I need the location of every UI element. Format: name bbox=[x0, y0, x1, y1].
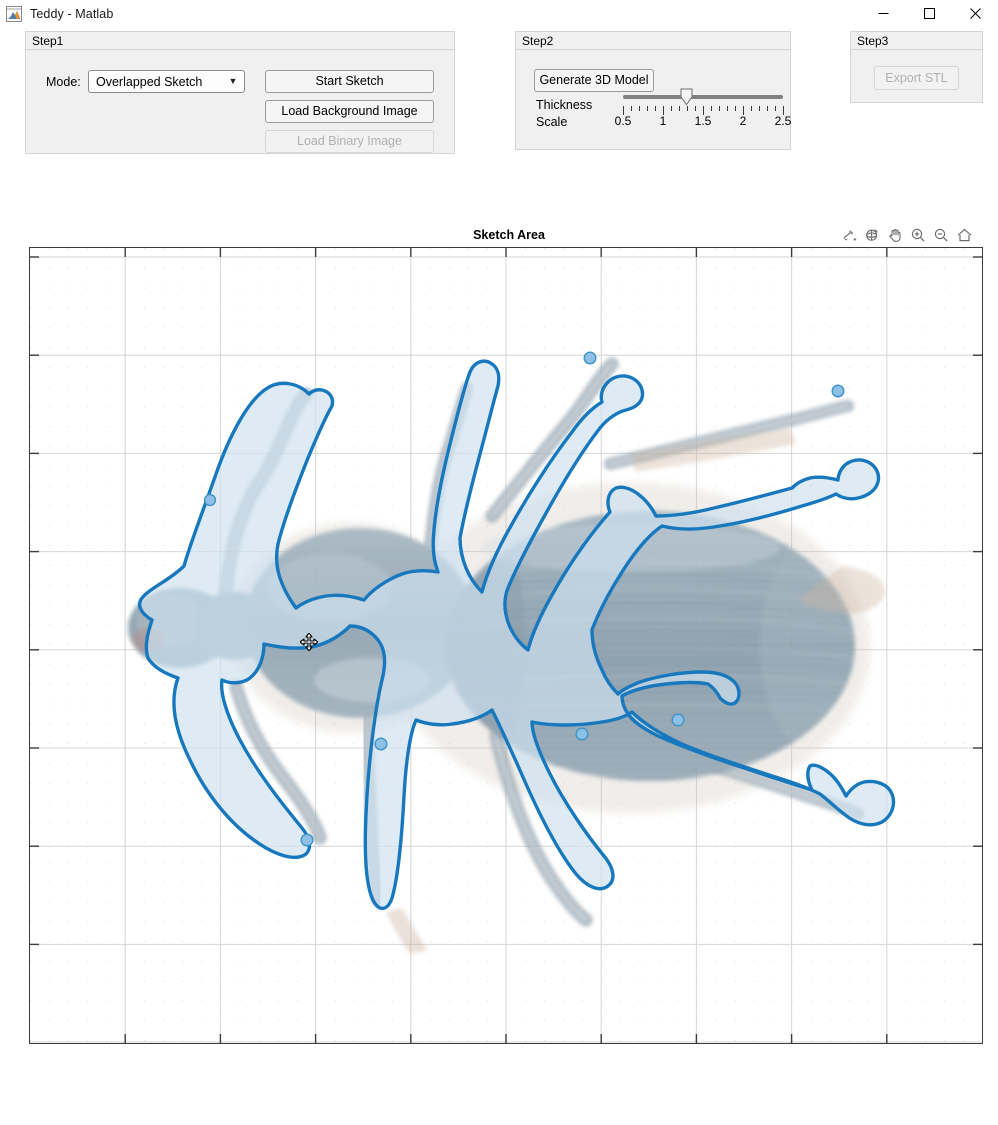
thickness-scale-slider[interactable]: 0.511.522.5 bbox=[623, 84, 783, 130]
sketch-vertex[interactable] bbox=[832, 385, 844, 397]
sketch-vertex[interactable] bbox=[205, 495, 216, 506]
window-title: Teddy - Matlab bbox=[30, 7, 113, 21]
sketch-vertex[interactable] bbox=[375, 738, 387, 750]
mode-dropdown-value: Overlapped Sketch bbox=[89, 75, 222, 89]
panel-step2: Step2 Generate 3D Model Thickness Scale … bbox=[515, 31, 791, 150]
control-panels-row: Step1 Mode: Overlapped Sketch ▼ Start Sk… bbox=[0, 27, 998, 192]
sketch-vertex[interactable] bbox=[584, 352, 596, 364]
mode-label: Mode: bbox=[46, 75, 81, 89]
close-button[interactable] bbox=[952, 0, 998, 27]
slider-minor-tick bbox=[679, 106, 680, 111]
sketch-vertex[interactable] bbox=[672, 714, 684, 726]
panel-step2-title: Step2 bbox=[516, 32, 790, 50]
slider-tick-label: 1.5 bbox=[695, 114, 712, 128]
sketch-area-axes[interactable] bbox=[29, 247, 983, 1044]
slider-tick-label: 2.5 bbox=[775, 114, 792, 128]
load-background-image-button[interactable]: Load Background Image bbox=[265, 100, 434, 123]
start-sketch-button[interactable]: Start Sketch bbox=[265, 70, 434, 93]
slider-minor-tick bbox=[631, 106, 632, 111]
sketch-vertex[interactable] bbox=[576, 728, 588, 740]
maximize-button[interactable] bbox=[906, 0, 952, 27]
thickness-scale-label-line1: Thickness bbox=[536, 98, 592, 112]
slider-tick-labels: 0.511.522.5 bbox=[623, 114, 783, 128]
slider-minor-tick bbox=[655, 106, 656, 111]
restore-view-home-icon[interactable] bbox=[954, 225, 974, 245]
slider-minor-tick bbox=[711, 106, 712, 111]
slider-minor-tick bbox=[719, 106, 720, 111]
sketch-vertex[interactable] bbox=[301, 834, 313, 846]
rotate-3d-icon[interactable] bbox=[862, 225, 882, 245]
panel-step1: Step1 Mode: Overlapped Sketch ▼ Start Sk… bbox=[25, 31, 455, 154]
slider-tick-label: 2 bbox=[740, 114, 747, 128]
mode-dropdown[interactable]: Overlapped Sketch ▼ bbox=[88, 70, 245, 93]
sketch-canvas[interactable] bbox=[30, 248, 982, 1043]
brush-data-icon[interactable] bbox=[839, 225, 859, 245]
slider-minor-tick bbox=[639, 106, 640, 111]
slider-minor-tick bbox=[759, 106, 760, 111]
window-controls bbox=[860, 0, 998, 27]
matlab-figure-icon bbox=[6, 6, 22, 22]
slider-track[interactable] bbox=[623, 95, 783, 99]
slider-minor-tick bbox=[671, 106, 672, 111]
sketch-area-header: Sketch Area bbox=[0, 228, 998, 248]
slider-minor-tick bbox=[775, 106, 776, 111]
move-four-arrow-cursor bbox=[300, 633, 318, 651]
slider-minor-tick bbox=[767, 106, 768, 111]
zoom-in-icon[interactable] bbox=[908, 225, 928, 245]
slider-minor-tick bbox=[751, 106, 752, 111]
pan-hand-icon[interactable] bbox=[885, 225, 905, 245]
minimize-button[interactable] bbox=[860, 0, 906, 27]
zoom-out-icon[interactable] bbox=[931, 225, 951, 245]
panel-step1-title: Step1 bbox=[26, 32, 454, 50]
thickness-scale-label-line2: Scale bbox=[536, 115, 567, 129]
chevron-down-icon: ▼ bbox=[222, 77, 244, 86]
slider-minor-tick bbox=[695, 106, 696, 111]
export-stl-button: Export STL bbox=[874, 66, 959, 90]
slider-minor-tick bbox=[735, 106, 736, 111]
load-binary-image-button: Load Binary Image bbox=[265, 130, 434, 153]
slider-minor-tick bbox=[687, 106, 688, 111]
slider-tick-label: 0.5 bbox=[615, 114, 632, 128]
slider-minor-tick bbox=[647, 106, 648, 111]
axes-toolbar bbox=[839, 225, 974, 245]
panel-step3: Step3 Export STL bbox=[850, 31, 983, 103]
window-title-bar: Teddy - Matlab bbox=[0, 0, 998, 28]
slider-minor-tick bbox=[727, 106, 728, 111]
slider-thumb[interactable] bbox=[680, 88, 693, 106]
slider-tick-label: 1 bbox=[660, 114, 667, 128]
panel-step3-title: Step3 bbox=[851, 32, 982, 50]
